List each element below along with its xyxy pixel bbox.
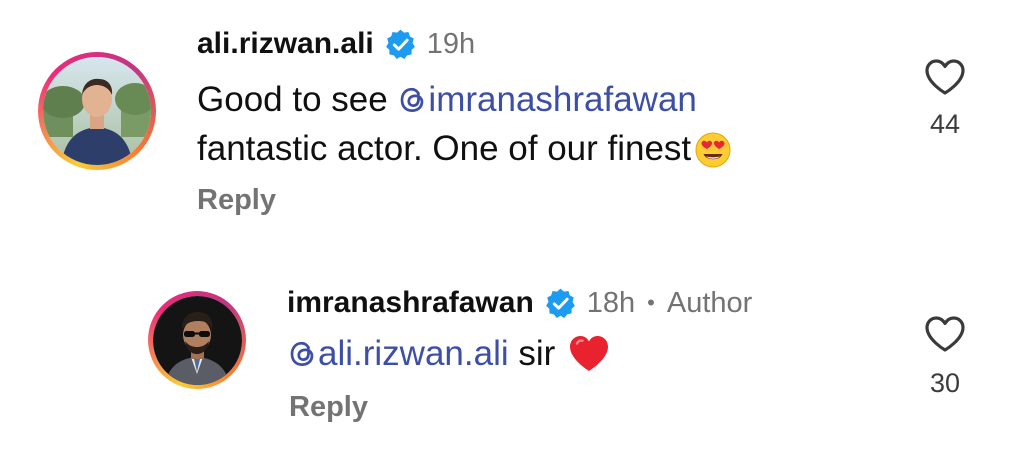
- comment-text-prefix: Good to see: [197, 80, 398, 119]
- comment-header: ali.rizwan.ali 19h: [197, 22, 475, 66]
- verified-badge-icon: [545, 288, 575, 318]
- username[interactable]: ali.rizwan.ali: [197, 27, 374, 61]
- comment-text: Good to see imranashrafawan: [197, 77, 697, 123]
- avatar-photo-icon: [152, 295, 242, 385]
- comment-header: imranashrafawan 18h • Author: [287, 281, 752, 325]
- avatar[interactable]: [38, 52, 156, 170]
- reply-button[interactable]: Reply: [197, 184, 276, 217]
- avatar[interactable]: [148, 291, 246, 389]
- comment-text-continuation: fantastic actor. One of our finest: [197, 129, 692, 168]
- comment-text-line: fantastic actor. One of our finest: [197, 126, 733, 172]
- avatar-photo-icon: [43, 57, 151, 165]
- heart-eyes-emoji: [695, 132, 731, 168]
- mention-username: imranashrafawan: [428, 80, 697, 119]
- author-label: Author: [666, 286, 753, 319]
- red-heart-emoji: [570, 336, 609, 371]
- threads-at-icon: [290, 341, 314, 366]
- like-control: 30: [915, 314, 975, 399]
- separator-dot: •: [647, 290, 655, 315]
- timestamp: 18h: [586, 286, 636, 319]
- verified-badge-icon: [385, 29, 415, 59]
- mention-username: ali.rizwan.ali: [318, 334, 509, 373]
- threads-at-icon: [401, 87, 424, 112]
- heart-outline-icon[interactable]: [923, 314, 967, 354]
- comment-text-suffix: sir: [508, 334, 556, 373]
- mention-link[interactable]: ali.rizwan.ali: [287, 334, 509, 374]
- comment-text: ali.rizwan.ali sir: [287, 330, 611, 378]
- timestamp: 19h: [426, 27, 476, 60]
- like-count: 44: [929, 109, 961, 139]
- heart-outline-icon[interactable]: [923, 57, 967, 97]
- comments-thread: ali.rizwan.ali 19h Good to see imranashr…: [0, 0, 1024, 450]
- reply-button[interactable]: Reply: [289, 391, 368, 424]
- like-count: 30: [929, 368, 961, 398]
- username[interactable]: imranashrafawan: [287, 286, 534, 320]
- like-control: 44: [915, 57, 975, 140]
- mention-link[interactable]: imranashrafawan: [397, 80, 697, 120]
